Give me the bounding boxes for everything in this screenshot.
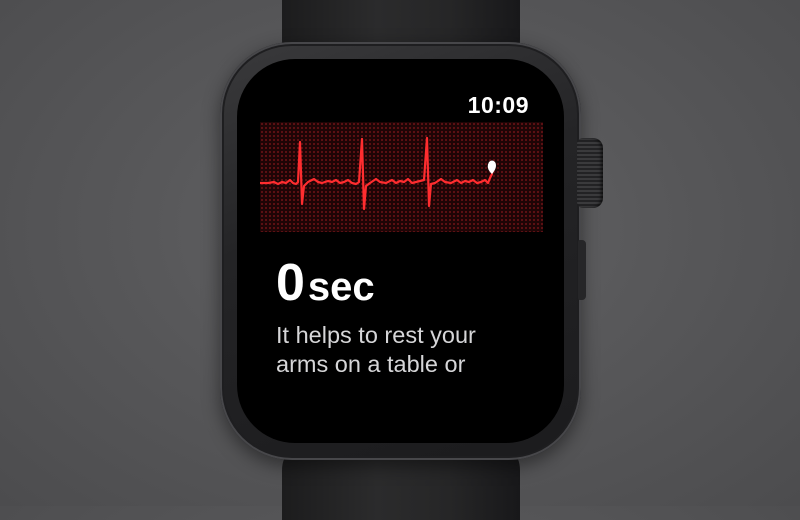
- seconds-unit: sec: [307, 265, 375, 309]
- digital-crown[interactable]: [577, 138, 603, 208]
- ecg-graph: [260, 122, 543, 232]
- ecg-waveform: [260, 136, 496, 211]
- instruction-line-1: It helps to rest your: [276, 322, 476, 348]
- ecg-trace: [260, 136, 494, 211]
- seconds-value: 0: [276, 254, 305, 312]
- status-time: 10:09: [467, 92, 529, 118]
- watch-screen: 10:09 0sec It helps to rest your arms on…: [237, 59, 564, 443]
- side-button[interactable]: [578, 240, 586, 300]
- recording-timer: 0sec: [276, 257, 375, 309]
- ecg-cursor-icon: [487, 160, 496, 174]
- instruction-line-2: arms on a table or: [276, 351, 466, 377]
- instruction-text: It helps to rest your arms on a table or: [276, 321, 546, 379]
